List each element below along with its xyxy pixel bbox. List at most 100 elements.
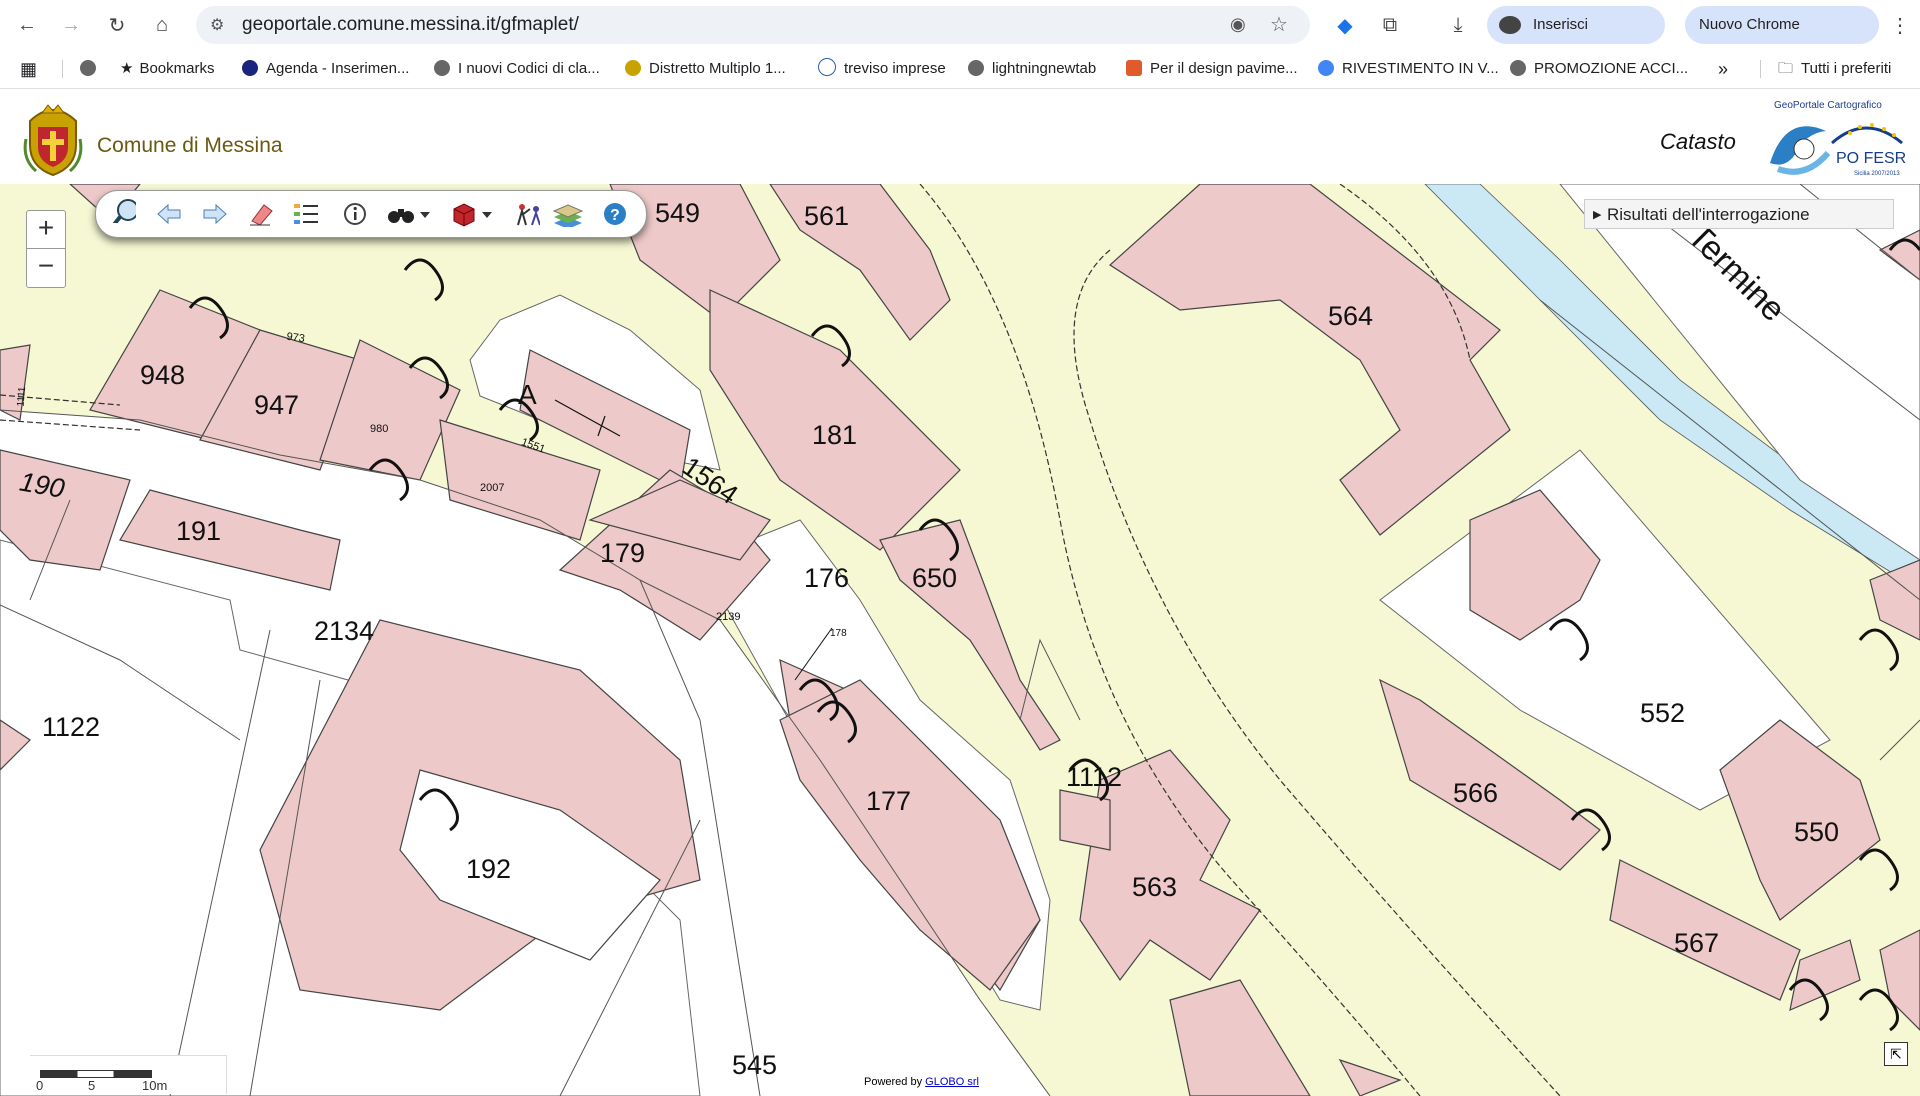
- star-filled-icon: ★: [120, 60, 134, 77]
- parcel-label: 1112: [1066, 762, 1122, 792]
- parcel-label: 567: [1674, 928, 1719, 958]
- overview-map-toggle-icon[interactable]: ⇱: [1884, 1042, 1908, 1066]
- parcel-label: 948: [140, 360, 185, 390]
- google-icon: [1318, 60, 1334, 76]
- parcel-label: 564: [1328, 301, 1373, 331]
- parcel-label: 563: [1132, 872, 1177, 902]
- bookmark-lightning[interactable]: lightningnewtab: [968, 50, 1096, 88]
- scale-label: 5: [88, 1078, 96, 1093]
- powered-by: Powered by GLOBO srl: [864, 1076, 979, 1088]
- po-fesr-logo: PO FESR Sicilia 2007/2013: [1770, 123, 1906, 177]
- parcel-label: 549: [655, 198, 700, 228]
- parcel-label-small: 2139: [716, 611, 740, 623]
- passphrase-chip[interactable]: Inserisci passphrase: [1487, 6, 1665, 71]
- bookmark-bookmarks[interactable]: ★ Bookmarks: [120, 50, 214, 88]
- cadastral-map[interactable]: 549 561 564 948 947 181 1564 179 176 650…: [0, 184, 1920, 1096]
- parcel-label: 191: [176, 516, 221, 546]
- address-bar[interactable]: ⚙ geoportale.comune.messina.it/gfmaplet/…: [196, 6, 1310, 44]
- all-bookmarks[interactable]: 🗀 Tutti i preferiti: [1778, 50, 1891, 88]
- bookmarks-bar: ▦ ★ Bookmarks Agenda - Inserimen... I nuo…: [0, 50, 1920, 89]
- zoom-control: + −: [26, 210, 66, 288]
- download-icon[interactable]: ⤓: [1443, 10, 1473, 40]
- apps-icon[interactable]: ▦: [20, 50, 37, 88]
- parcel-label: 650: [912, 563, 957, 593]
- url-text[interactable]: geoportale.comune.messina.it/gfmaplet/: [242, 6, 579, 44]
- map-canvas[interactable]: 549 561 564 948 947 181 1564 179 176 650…: [0, 184, 1920, 1096]
- lions-icon: [625, 60, 641, 76]
- zoom-out-button[interactable]: −: [27, 249, 65, 286]
- zoom-extent-icon[interactable]: [110, 197, 136, 223]
- site-settings-icon[interactable]: ⚙: [210, 15, 224, 35]
- parcel-label: 566: [1453, 778, 1498, 808]
- scale-bar: 0 5 10m: [30, 1055, 227, 1094]
- extensions-icon[interactable]: ⧉: [1375, 10, 1405, 40]
- divider: [62, 60, 63, 78]
- bookmark-codici[interactable]: I nuovi Codici di cla...: [434, 50, 600, 88]
- bookmark-label: I nuovi Codici di cla...: [458, 60, 600, 77]
- bookmark-distretto[interactable]: Distretto Multiplo 1...: [625, 50, 786, 88]
- at-icon: [818, 58, 836, 76]
- update-chip[interactable]: Nuovo Chrome disponibile: [1685, 6, 1879, 71]
- bookmark-label: PROMOZIONE ACCI...: [1534, 60, 1689, 77]
- home-icon[interactable]: ⌂: [147, 10, 177, 40]
- all-bookmarks-label: Tutti i preferiti: [1801, 60, 1892, 77]
- zoom-in-button[interactable]: +: [27, 211, 65, 249]
- help-icon[interactable]: ?: [602, 201, 628, 227]
- parcel-label: 552: [1640, 698, 1685, 728]
- globo-link[interactable]: GLOBO srl: [925, 1076, 979, 1088]
- legend-list-icon[interactable]: [292, 201, 318, 227]
- base-map-icon[interactable]: [552, 201, 584, 227]
- scale-ruler: [40, 1070, 152, 1078]
- back-arrow-icon[interactable]: [156, 201, 182, 227]
- bookmark-promozione[interactable]: PROMOZIONE ACCI...: [1510, 50, 1688, 88]
- binoculars-search-icon[interactable]: [386, 201, 432, 227]
- layers-cube-icon[interactable]: [450, 201, 496, 227]
- po-fesr-text: PO FESR: [1836, 150, 1906, 167]
- geoportale-label: GeoPortale Cartografico: [1774, 100, 1882, 111]
- divider: [1760, 60, 1761, 78]
- comune-title: Comune di Messina: [97, 134, 283, 157]
- bookmark-label: Bookmarks: [139, 60, 215, 77]
- scale-label: 0: [36, 1078, 44, 1093]
- globe-icon[interactable]: [80, 50, 104, 88]
- agenda-icon: [242, 60, 258, 76]
- letter-label: A: [518, 379, 537, 410]
- back-icon[interactable]: ←: [12, 10, 42, 40]
- menu-icon[interactable]: ⋮: [1885, 10, 1915, 40]
- parcel-label: 1122: [42, 712, 100, 742]
- map-toolbar: ?: [95, 190, 647, 238]
- bookmark-treviso[interactable]: treviso imprese: [818, 50, 946, 88]
- powered-by-prefix: Powered by: [864, 1076, 926, 1088]
- results-panel-toggle[interactable]: ▶ Risultati dell'interrogazione: [1584, 199, 1894, 229]
- bookmark-label: Distretto Multiplo 1...: [649, 60, 786, 77]
- forward-icon[interactable]: →: [56, 10, 86, 40]
- bookmark-design[interactable]: Per il design pavime...: [1126, 50, 1298, 88]
- eye-off-icon[interactable]: ◉: [1230, 14, 1246, 35]
- info-icon[interactable]: [342, 201, 368, 227]
- scale-label: 10m: [142, 1078, 168, 1093]
- svg-text:?: ?: [610, 207, 620, 224]
- globe-icon: [968, 60, 984, 76]
- bookmarks-overflow[interactable]: »: [1718, 50, 1728, 88]
- measure-people-icon[interactable]: [514, 201, 540, 227]
- parcel-label-small: 2007: [480, 482, 504, 494]
- forward-arrow-icon[interactable]: [202, 201, 228, 227]
- bookmark-rivestimento[interactable]: RIVESTIMENTO IN V...: [1318, 50, 1499, 88]
- lens-icon[interactable]: ◆: [1330, 10, 1360, 40]
- bookmark-agenda[interactable]: Agenda - Inserimen...: [242, 50, 409, 88]
- po-fesr-years: Sicilia 2007/2013: [1854, 171, 1900, 177]
- parcel-label: 192: [466, 854, 511, 884]
- parcel-label-small: 1111: [15, 386, 28, 407]
- parcel-label-small: 980: [370, 423, 388, 435]
- eraser-icon[interactable]: [248, 201, 274, 227]
- parcel-label: 2134: [314, 616, 374, 646]
- bookmark-label: Agenda - Inserimen...: [266, 60, 410, 77]
- star-icon[interactable]: ☆: [1270, 12, 1288, 37]
- browser-toolbar: ← → ↻ ⌂ ⚙ geoportale.comune.messina.it/g…: [0, 0, 1920, 71]
- parcel-label-small: 973: [286, 331, 306, 345]
- reload-icon[interactable]: ↻: [102, 10, 132, 40]
- parcel-label: 550: [1794, 817, 1839, 847]
- parcel-label: 947: [254, 390, 299, 420]
- passphrase-icon: [1499, 16, 1521, 34]
- parcel-label: 179: [600, 538, 645, 568]
